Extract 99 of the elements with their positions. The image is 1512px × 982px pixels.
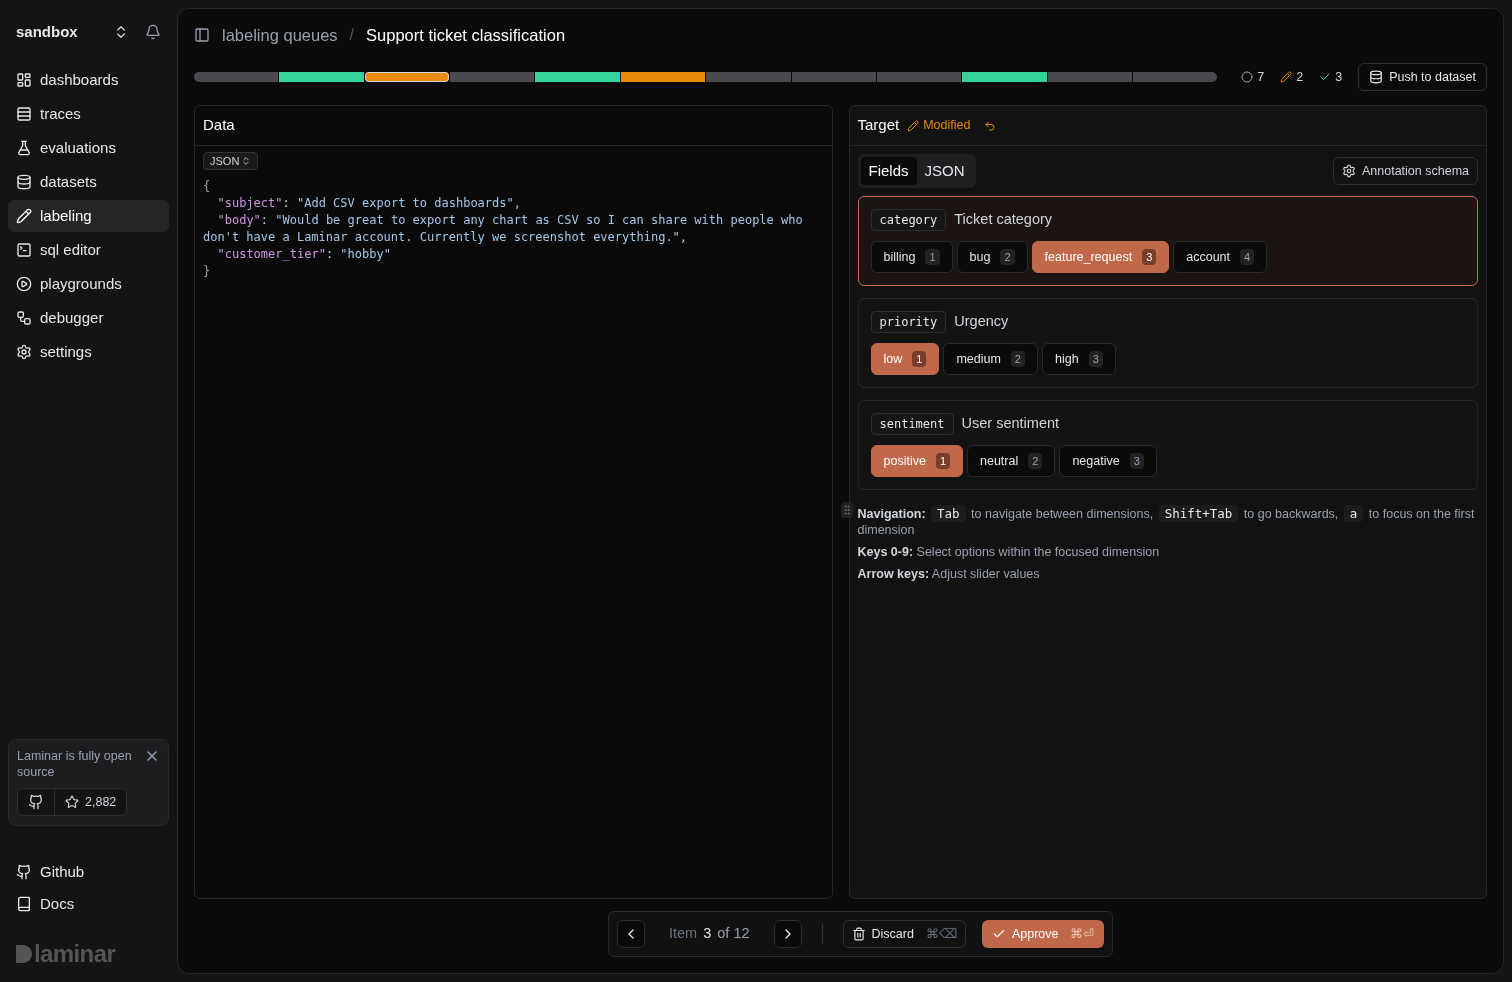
shortcut-badge: 2 [1010, 350, 1025, 368]
github-stars-button[interactable]: 2,882 [17, 788, 128, 816]
pending-icon [1241, 71, 1254, 83]
progress-segment[interactable] [620, 72, 706, 82]
pencil-icon [907, 119, 920, 132]
shortcut-badge: 3 [1129, 452, 1144, 470]
format-select[interactable]: JSON [203, 152, 259, 170]
github-icon [28, 794, 44, 810]
tab[interactable]: Fields [860, 157, 917, 185]
option-button[interactable]: neutral 2 [967, 445, 1056, 477]
code-brace: { [203, 178, 211, 195]
option-button[interactable]: account 4 [1173, 241, 1268, 273]
option-button[interactable]: billing 1 [870, 241, 953, 273]
debugger-icon [16, 310, 32, 326]
dimension-key: sentiment [870, 413, 954, 435]
sql-icon [16, 242, 32, 258]
book-icon [16, 896, 32, 912]
shortcut-badge: 2 [1028, 452, 1043, 470]
pencil-icon [1280, 71, 1293, 83]
shortcut-badge: 4 [1240, 248, 1255, 266]
shortcut-badge: 1 [912, 350, 927, 368]
nav-item[interactable]: traces [8, 98, 169, 130]
panel-title: Target [857, 115, 900, 136]
option-button[interactable]: high 3 [1042, 343, 1116, 375]
shortcut-badge: 3 [1088, 350, 1103, 368]
item-label: Item [669, 924, 698, 944]
push-to-dataset-button[interactable]: Push to dataset [1358, 63, 1487, 91]
dashboards-icon [16, 72, 32, 88]
bell-icon[interactable] [145, 24, 161, 40]
count-text: 3 [1335, 68, 1343, 86]
sidebar-link[interactable]: Github [8, 858, 169, 886]
dimension-label: User sentiment [961, 414, 1060, 434]
shortcut-badge: 2 [1000, 248, 1015, 266]
code-brace: } [203, 263, 211, 280]
logo-text: laminar [34, 942, 116, 966]
evaluations-icon [16, 140, 32, 156]
help-text: Keys 0-9: Select options within the focused dimension [857, 544, 1161, 560]
next-button[interactable] [773, 920, 802, 948]
labeling-icon [16, 208, 32, 224]
undo-icon[interactable] [984, 119, 997, 132]
dimension-key: category [870, 209, 947, 231]
option-button[interactable]: low 1 [870, 343, 940, 375]
database-icon [1369, 70, 1384, 84]
check-icon [991, 927, 1006, 941]
discard-button[interactable]: Discard ⌘⌫ [842, 920, 966, 948]
sidebar-toggle-icon[interactable] [194, 27, 210, 43]
option-button[interactable]: bug 2 [956, 241, 1028, 273]
dimension-key: priority [870, 311, 947, 333]
traces-icon [16, 106, 32, 122]
help-text: Arrow keys: Adjust slider values [857, 566, 1041, 582]
resize-handle-icon[interactable] [840, 502, 853, 518]
dimension-label: Urgency [954, 312, 1009, 332]
logo-icon [16, 945, 32, 963]
nav-item[interactable]: evaluations [8, 132, 169, 164]
star-icon [65, 795, 79, 809]
item-index: 3 [703, 924, 712, 944]
nav-item[interactable]: dashboards [8, 64, 169, 96]
code-line: "body": "Would be great to export any chart as CSV so I can share with people who don't have a Laminar account. Currently we screenshot everything.", [203, 212, 804, 246]
page-title: Support ticket classification [366, 24, 566, 46]
nav-item[interactable]: sql editor [8, 234, 169, 266]
tab[interactable]: JSON [916, 157, 973, 185]
promo-text: Laminar is fully open source [17, 748, 133, 780]
trash-icon [851, 927, 866, 941]
option-button[interactable]: negative 3 [1059, 445, 1157, 477]
help-text: Navigation: Tab to navigate between dimensions, Shift+Tab to go backwards, a to focus on the first dimension [857, 506, 1476, 538]
panel-title: Data [203, 115, 235, 136]
shortcut-badge: 1 [925, 248, 940, 266]
shortcut-badge: 1 [935, 452, 950, 470]
nav-item[interactable]: datasets [8, 166, 169, 198]
chevrons-icon [241, 156, 252, 166]
option-button[interactable]: medium 2 [943, 343, 1038, 375]
settings-icon [1342, 164, 1356, 178]
nav-item[interactable]: debugger [8, 302, 169, 334]
progress-segment[interactable] [364, 72, 450, 82]
annotation-schema-button[interactable]: Annotation schema [1333, 157, 1478, 185]
playgrounds-icon [16, 276, 32, 292]
count-text: 7 [1257, 68, 1265, 86]
sidebar-link[interactable]: Docs [8, 890, 169, 918]
option-button[interactable]: feature_request 3 [1031, 241, 1170, 273]
option-button[interactable]: positive 1 [870, 445, 963, 477]
code-line: "subject": "Add CSV export to dashboards", [216, 195, 522, 212]
previous-button[interactable] [617, 920, 645, 948]
nav-item[interactable]: settings [8, 336, 169, 368]
code-line: "customer_tier": "hobby" [216, 246, 392, 263]
workspace-name[interactable]: sandbox [16, 20, 105, 44]
shortcut-badge: 3 [1142, 248, 1157, 266]
breadcrumb-link[interactable]: labeling queues [222, 22, 338, 48]
settings-icon [16, 344, 32, 360]
dimension-label: Ticket category [954, 210, 1053, 230]
count-text: 2 [1296, 68, 1304, 86]
approve-button[interactable]: Approve ⌘⏎ [981, 920, 1105, 948]
item-total: of 12 [717, 924, 750, 944]
check-icon [1319, 71, 1332, 83]
datasets-icon [16, 174, 32, 190]
breadcrumb-separator: / [349, 25, 355, 45]
nav-item[interactable]: playgrounds [8, 268, 169, 300]
github-icon [16, 864, 32, 880]
nav-item[interactable]: labeling [8, 200, 169, 232]
modified-status: Modified [907, 116, 971, 135]
